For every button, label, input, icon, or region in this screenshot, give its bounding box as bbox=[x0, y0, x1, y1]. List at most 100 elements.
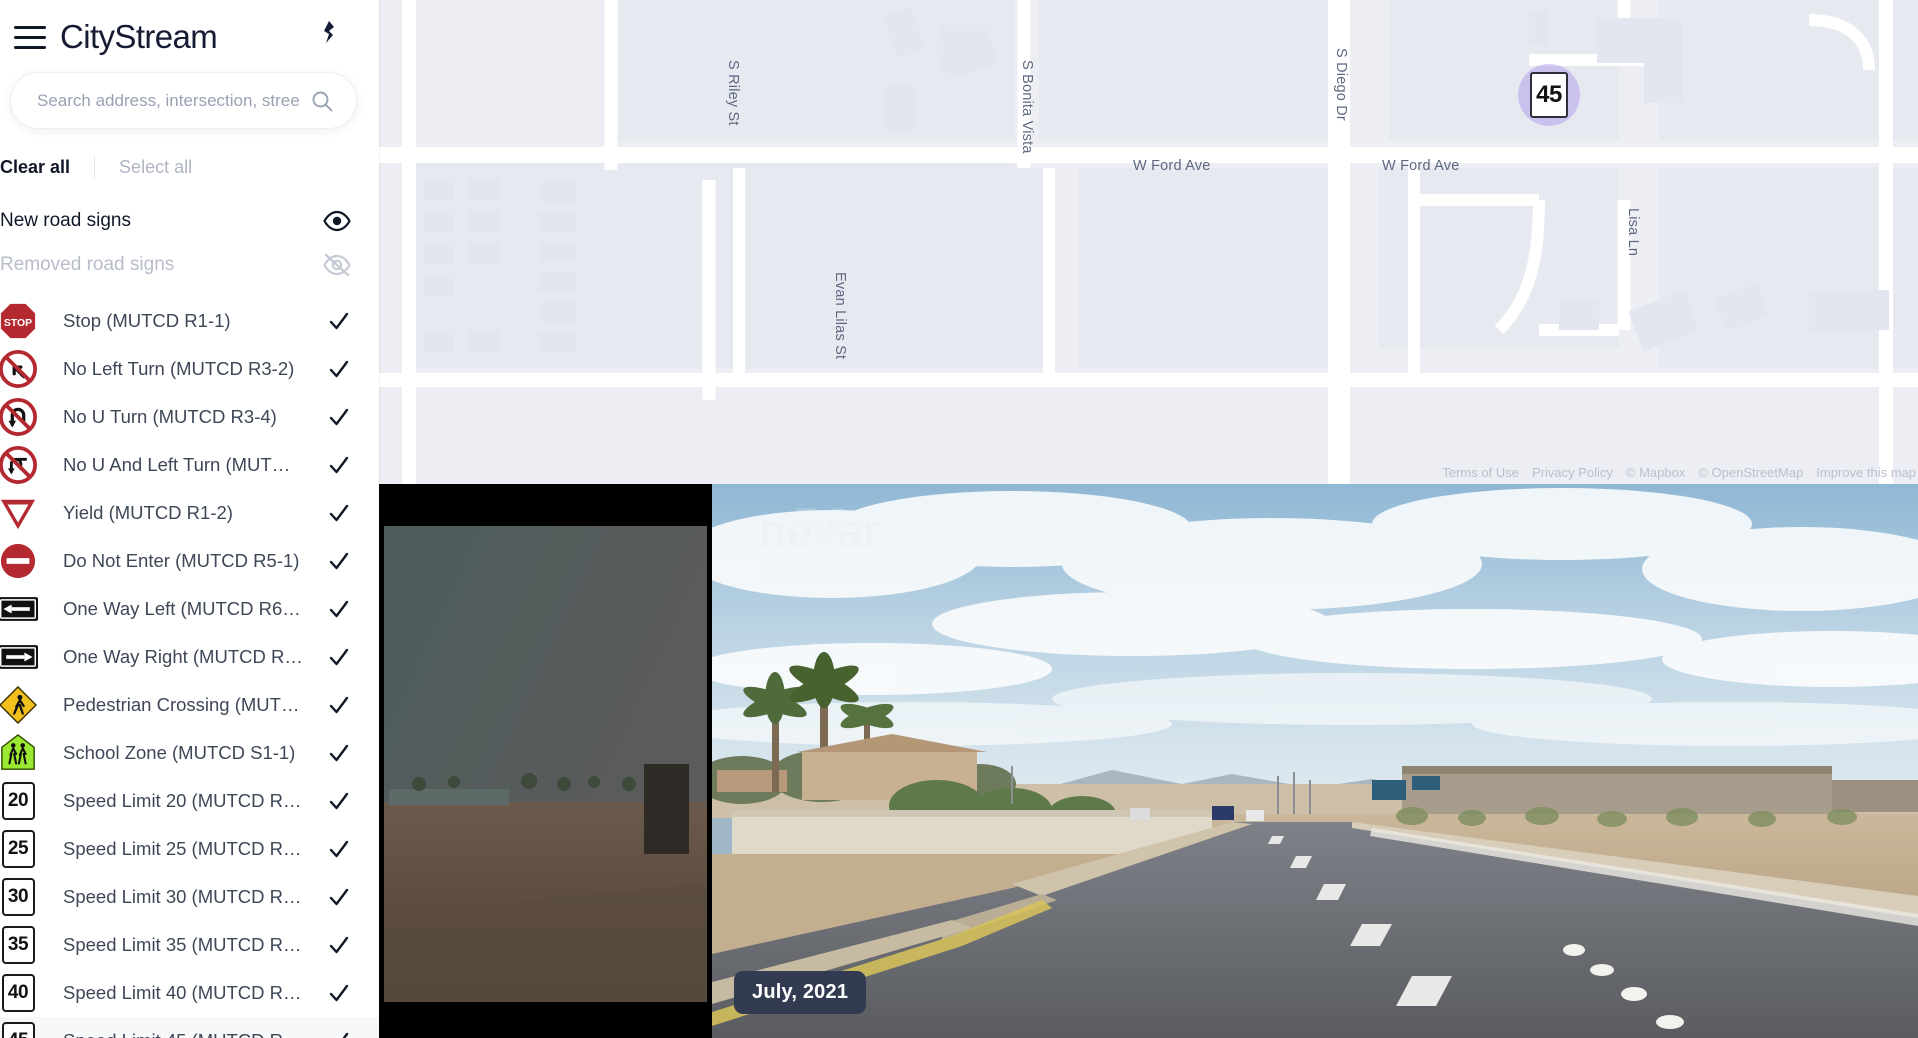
speed-limit-sign-icon: 35 bbox=[0, 925, 38, 965]
sign-filter-row[interactable]: 25 Speed Limit 25 (MUTCD R… bbox=[0, 825, 379, 873]
stop-sign-icon: STOP bbox=[0, 303, 36, 339]
map-attribution: Terms of Use Privacy Policy © Mapbox © O… bbox=[1442, 465, 1918, 480]
date-badge: July, 2021 bbox=[734, 971, 867, 1014]
no-left-turn-sign-icon bbox=[0, 349, 38, 389]
check-icon[interactable] bbox=[327, 405, 351, 429]
sign-filter-row[interactable]: No U Turn (MUTCD R3-4) bbox=[0, 393, 379, 441]
mapbox-attribution[interactable]: © Mapbox bbox=[1626, 465, 1685, 480]
svg-text:STOP: STOP bbox=[4, 318, 32, 329]
do-not-enter-sign-icon bbox=[0, 541, 38, 581]
speed-limit-sign-icon: 25 bbox=[0, 829, 38, 869]
check-icon[interactable] bbox=[327, 693, 351, 717]
speed-limit-plate: 45 bbox=[1, 1022, 35, 1038]
check-icon[interactable] bbox=[327, 741, 351, 765]
openstreetmap-attribution[interactable]: © OpenStreetMap bbox=[1698, 465, 1803, 480]
map-vector-canvas bbox=[379, 0, 1918, 484]
clear-all-button[interactable]: Clear all bbox=[0, 157, 94, 178]
sign-filter-row[interactable]: School Zone (MUTCD S1-1) bbox=[0, 729, 379, 777]
sign-filter-row[interactable]: No Left Turn (MUTCD R3-2) bbox=[0, 345, 379, 393]
privacy-policy-link[interactable]: Privacy Policy bbox=[1532, 465, 1613, 480]
check-icon[interactable] bbox=[327, 453, 351, 477]
check-icon[interactable] bbox=[327, 549, 351, 573]
one-way-left-sign-icon bbox=[0, 589, 38, 629]
sign-filter-label: Speed Limit 30 (MUTCD R… bbox=[63, 886, 302, 907]
group-new-road-signs[interactable]: New road signs bbox=[0, 199, 379, 243]
check-icon[interactable] bbox=[327, 309, 351, 333]
no-left-turn-sign-icon bbox=[0, 350, 37, 388]
speed-limit-marker-value: 45 bbox=[1530, 72, 1568, 118]
yield-sign-icon bbox=[0, 493, 38, 533]
check-icon[interactable] bbox=[327, 789, 351, 813]
sign-filter-label: No Left Turn (MUTCD R3-2) bbox=[63, 358, 295, 379]
sign-filter-row[interactable]: 45 Speed Limit 45 (MUTCD R… bbox=[0, 1017, 379, 1038]
eye-icon[interactable] bbox=[323, 210, 351, 232]
bulk-actions: Clear all Select all bbox=[0, 129, 379, 199]
sign-filter-row[interactable]: One Way Left (MUTCD R6… bbox=[0, 585, 379, 633]
search-input[interactable] bbox=[37, 90, 300, 111]
one-way-right-sign-icon bbox=[0, 637, 38, 677]
sidebar: CityStream Clear all Select all New road… bbox=[0, 0, 379, 1038]
check-icon[interactable] bbox=[327, 357, 351, 381]
check-icon[interactable] bbox=[327, 885, 351, 909]
dashcam-image bbox=[712, 484, 1918, 1038]
eye-off-icon[interactable] bbox=[323, 254, 351, 276]
group-label: Removed road signs bbox=[0, 254, 175, 275]
sign-filter-label: Do Not Enter (MUTCD R5-1) bbox=[63, 550, 300, 571]
sign-filter-row[interactable]: 40 Speed Limit 40 (MUTCD R… bbox=[0, 969, 379, 1017]
sign-filter-row[interactable]: STOP Stop (MUTCD R1-1) bbox=[0, 297, 379, 345]
check-icon[interactable] bbox=[327, 837, 351, 861]
speed-limit-plate: 40 bbox=[1, 974, 35, 1012]
sign-filter-list[interactable]: STOP Stop (MUTCD R1-1) No Left Turn (MUTCD… bbox=[0, 297, 379, 1038]
sign-filter-label: Stop (MUTCD R1-1) bbox=[63, 310, 231, 331]
group-removed-road-signs[interactable]: Removed road signs bbox=[0, 243, 379, 287]
group-label: New road signs bbox=[0, 210, 131, 231]
speed-limit-sign-icon: 40 bbox=[0, 973, 38, 1013]
school-zone-sign-icon bbox=[0, 733, 38, 773]
check-icon[interactable] bbox=[327, 597, 351, 621]
sign-filter-row[interactable]: 35 Speed Limit 35 (MUTCD R… bbox=[0, 921, 379, 969]
pedestrian-crossing-sign-icon bbox=[0, 686, 37, 724]
terms-of-use-link[interactable]: Terms of Use bbox=[1442, 465, 1519, 480]
check-icon[interactable] bbox=[327, 1029, 351, 1038]
sign-filter-row[interactable]: Pedestrian Crossing (MUT… bbox=[0, 681, 379, 729]
check-icon[interactable] bbox=[327, 645, 351, 669]
secondary-camera-view[interactable] bbox=[379, 484, 712, 1038]
camera-strip: nexar July, 2021 bbox=[379, 484, 1918, 1038]
speed-limit-map-marker[interactable]: 45 bbox=[1518, 64, 1580, 126]
secondary-camera-image bbox=[379, 484, 712, 1038]
pedestrian-crossing-sign-icon bbox=[0, 685, 38, 725]
speed-limit-plate: 35 bbox=[1, 926, 35, 964]
citystream-app: CityStream Clear all Select all New road… bbox=[0, 0, 1918, 1038]
no-u-turn-sign-icon bbox=[0, 398, 37, 436]
search-box[interactable] bbox=[10, 72, 357, 129]
improve-map-link[interactable]: Improve this map bbox=[1816, 465, 1916, 480]
search-icon[interactable] bbox=[310, 89, 334, 113]
sign-filter-label: Pedestrian Crossing (MUT… bbox=[63, 694, 300, 715]
speed-limit-plate: 30 bbox=[1, 878, 35, 916]
sign-filter-row[interactable]: One Way Right (MUTCD R… bbox=[0, 633, 379, 681]
sign-filter-row[interactable]: No U And Left Turn (MUT… bbox=[0, 441, 379, 489]
yield-sign-icon bbox=[0, 499, 36, 530]
sign-filter-row[interactable]: Do Not Enter (MUTCD R5-1) bbox=[0, 537, 379, 585]
speed-limit-sign-icon: 30 bbox=[0, 877, 38, 917]
hamburger-icon[interactable] bbox=[14, 24, 46, 50]
map-panel[interactable]: S Riley St S Bonita Vista S Diego Dr Gag… bbox=[379, 0, 1918, 484]
sign-filter-row[interactable]: 30 Speed Limit 30 (MUTCD R… bbox=[0, 873, 379, 921]
sign-filter-label: One Way Right (MUTCD R… bbox=[63, 646, 303, 667]
check-icon[interactable] bbox=[327, 981, 351, 1005]
brand-row: CityStream bbox=[0, 0, 379, 62]
sign-filter-label: Speed Limit 40 (MUTCD R… bbox=[63, 982, 302, 1003]
check-icon[interactable] bbox=[327, 933, 351, 957]
select-all-button[interactable]: Select all bbox=[95, 157, 192, 178]
check-icon[interactable] bbox=[327, 501, 351, 525]
dashcam-view[interactable]: nexar July, 2021 bbox=[712, 484, 1918, 1038]
sign-filter-label: Speed Limit 45 (MUTCD R… bbox=[63, 1030, 327, 1038]
sign-filter-row[interactable]: 20 Speed Limit 20 (MUTCD R… bbox=[0, 777, 379, 825]
no-u-and-left-turn-sign-icon bbox=[0, 446, 37, 484]
sign-filter-row[interactable]: Yield (MUTCD R1-2) bbox=[0, 489, 379, 537]
sign-filter-label: Speed Limit 20 (MUTCD R… bbox=[63, 790, 302, 811]
sign-filter-label: No U And Left Turn (MUT… bbox=[63, 454, 291, 475]
no-u-and-left-turn-sign-icon bbox=[0, 445, 38, 485]
do-not-enter-sign-icon bbox=[0, 543, 36, 579]
sign-filter-label: No U Turn (MUTCD R3-4) bbox=[63, 406, 277, 427]
